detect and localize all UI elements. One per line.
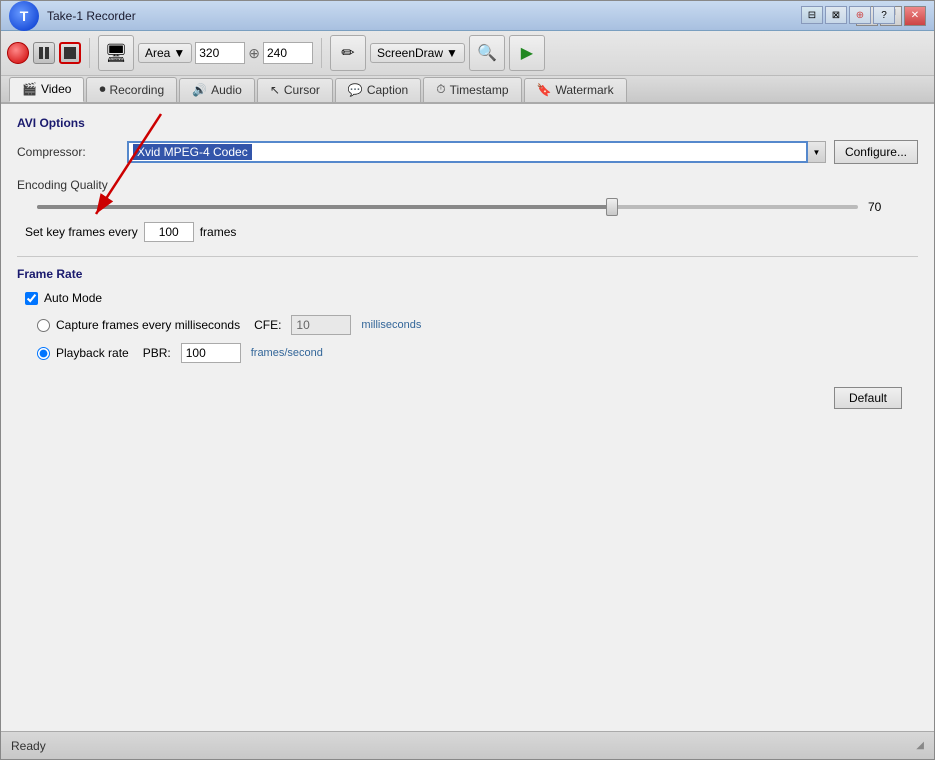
configure-button[interactable]: Configure...	[834, 140, 918, 164]
auto-mode-checkbox[interactable]	[25, 292, 38, 305]
tabs-bar: 🎬 Video ⏺ Recording 🔊 Audio ↖ Cursor 💬 C…	[1, 76, 934, 104]
pbr-unit: frames/second	[251, 347, 323, 359]
stop-button[interactable]	[59, 42, 81, 64]
quality-slider-track[interactable]	[37, 205, 858, 209]
watermark-tab-icon: 🔖	[537, 83, 552, 97]
pbr-label-text: PBR:	[143, 346, 171, 360]
recording-tab-label: Recording	[109, 83, 164, 97]
keyframes-unit: frames	[200, 225, 237, 239]
separator-1	[89, 38, 90, 68]
frame-rate-section: Frame Rate Auto Mode Capture frames ever…	[17, 267, 918, 363]
auto-mode-row: Auto Mode	[17, 291, 918, 305]
separator-2	[321, 38, 322, 68]
main-window: T Take-1 Recorder ⊟ ⊠ ⊕ ? 🗕 🗗 ✕	[0, 0, 935, 760]
area-dropdown-icon: ▼	[173, 46, 185, 60]
cursor-tab-label: Cursor	[284, 83, 320, 97]
tab-video[interactable]: 🎬 Video	[9, 77, 84, 102]
tab-audio[interactable]: 🔊 Audio	[179, 78, 255, 102]
content-area: AVI Options Compressor: Xvid MPEG-4 Code…	[1, 104, 934, 731]
keyframes-input[interactable]	[144, 222, 194, 242]
tab-recording[interactable]: ⏺ Recording	[86, 77, 177, 102]
app-logo: T	[9, 1, 39, 31]
avi-options-section: AVI Options Compressor: Xvid MPEG-4 Code…	[17, 116, 918, 164]
screendraw-label: ScreenDraw	[377, 46, 443, 60]
status-bar: Ready ◢	[1, 731, 934, 759]
video-tab-icon: 🎬	[22, 82, 37, 96]
quality-value: 70	[868, 200, 898, 214]
resize-handle: ◢	[916, 740, 924, 751]
quality-slider-thumb[interactable]	[606, 198, 618, 216]
keyframes-row: Set key frames every frames	[17, 222, 918, 242]
capture-frames-radio[interactable]	[37, 319, 50, 332]
area-control: Area ▼ ⊕	[138, 42, 313, 64]
screendraw-dropdown-icon: ▼	[446, 46, 458, 60]
cfe-label-text: CFE:	[254, 318, 281, 332]
dimension-separator: ⊕	[248, 45, 260, 62]
main-toolbar: 🖥 Area ▼ ⊕ ✏ ScreenDraw ▼ 🔍 ▶	[1, 31, 934, 76]
playback-rate-radio[interactable]	[37, 347, 50, 360]
playback-rate-row: Playback rate PBR: frames/second	[17, 343, 918, 363]
cfe-unit: milliseconds	[361, 319, 421, 331]
compact-btn-4[interactable]: ?	[873, 6, 895, 24]
frame-rate-title: Frame Rate	[17, 267, 918, 281]
quality-slider-fill	[37, 205, 612, 209]
caption-tab-icon: 💬	[348, 83, 363, 97]
quality-slider-row: 70	[17, 200, 918, 214]
record-controls	[7, 42, 81, 64]
pbr-input[interactable]	[181, 343, 241, 363]
audio-tab-icon: 🔊	[192, 83, 207, 97]
compressor-select-display[interactable]: Xvid MPEG-4 Codec	[127, 141, 808, 163]
playback-rate-label: Playback rate	[56, 346, 129, 360]
tab-caption[interactable]: 💬 Caption	[335, 78, 421, 102]
width-input[interactable]	[195, 42, 245, 64]
window-title: Take-1 Recorder	[47, 9, 136, 23]
tab-timestamp[interactable]: ⏱ Timestamp	[423, 77, 521, 102]
cursor-tab-icon: ↖	[270, 83, 280, 97]
default-button[interactable]: Default	[834, 387, 902, 409]
avi-section-title: AVI Options	[17, 116, 918, 130]
area-button[interactable]: Area ▼	[138, 43, 192, 63]
encoding-quality-section: Encoding Quality 70 Set key frames every…	[17, 178, 918, 242]
capture-frames-label: Capture frames every milliseconds	[56, 318, 240, 332]
compact-btn-1[interactable]: ⊟	[801, 6, 823, 24]
tab-watermark[interactable]: 🔖 Watermark	[524, 78, 627, 102]
status-text: Ready	[11, 739, 46, 753]
close-button[interactable]: ✕	[904, 6, 926, 26]
timestamp-tab-icon: ⏱	[436, 82, 445, 97]
watermark-tab-label: Watermark	[555, 83, 613, 97]
divider-1	[17, 256, 918, 257]
screendraw-button[interactable]: ScreenDraw ▼	[370, 43, 465, 63]
height-input[interactable]	[263, 42, 313, 64]
record-button[interactable]	[7, 42, 29, 64]
play-button[interactable]: ▶	[509, 35, 545, 71]
compressor-value: Xvid MPEG-4 Codec	[133, 144, 252, 160]
title-bar: T Take-1 Recorder ⊟ ⊠ ⊕ ? 🗕 🗗 ✕	[1, 1, 934, 31]
area-label: Area	[145, 46, 170, 60]
caption-tab-label: Caption	[367, 83, 408, 97]
tab-cursor[interactable]: ↖ Cursor	[257, 78, 333, 102]
cfe-input[interactable]	[291, 315, 351, 335]
compressor-row: Compressor: Xvid MPEG-4 Codec ▼ Configur…	[17, 140, 918, 164]
default-btn-row: Default	[17, 377, 918, 419]
compressor-dropdown-arrow[interactable]: ▼	[808, 141, 826, 163]
compact-btn-3[interactable]: ⊕	[849, 6, 871, 24]
monitor-button[interactable]: 🖥	[98, 35, 134, 71]
compressor-select-wrapper: Xvid MPEG-4 Codec ▼	[127, 141, 826, 163]
zoom-button[interactable]: 🔍	[469, 35, 505, 71]
recording-tab-icon: ⏺	[99, 82, 105, 97]
encoding-quality-title: Encoding Quality	[17, 178, 918, 192]
auto-mode-label: Auto Mode	[44, 291, 102, 305]
audio-tab-label: Audio	[211, 83, 242, 97]
pencil-button[interactable]: ✏	[330, 35, 366, 71]
pause-button[interactable]	[33, 42, 55, 64]
video-tab-label: Video	[41, 82, 71, 96]
timestamp-tab-label: Timestamp	[450, 83, 509, 97]
capture-frames-row: Capture frames every milliseconds CFE: m…	[17, 315, 918, 335]
compressor-label: Compressor:	[17, 145, 127, 159]
compact-btn-2[interactable]: ⊠	[825, 6, 847, 24]
keyframes-label: Set key frames every	[25, 225, 138, 239]
